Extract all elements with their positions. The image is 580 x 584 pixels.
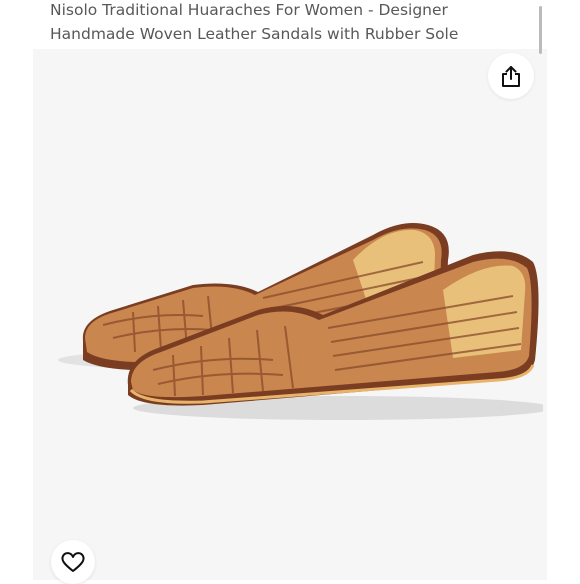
favorite-button[interactable] [51,540,95,584]
scrollbar[interactable] [539,6,542,54]
heart-icon [61,552,85,572]
product-title[interactable]: Nisolo Traditional Huaraches For Women -… [50,0,530,46]
product-title-line2: Handmade Woven Leather Sandals with Rubb… [50,25,459,43]
share-button[interactable] [488,53,534,99]
title-bar: Nisolo Traditional Huaraches For Women -… [33,0,547,49]
share-icon [502,66,520,87]
product-screen: Nisolo Traditional Huaraches For Women -… [33,0,547,584]
product-title-line1: Nisolo Traditional Huaraches For Women -… [50,1,448,19]
product-image[interactable] [43,200,543,430]
